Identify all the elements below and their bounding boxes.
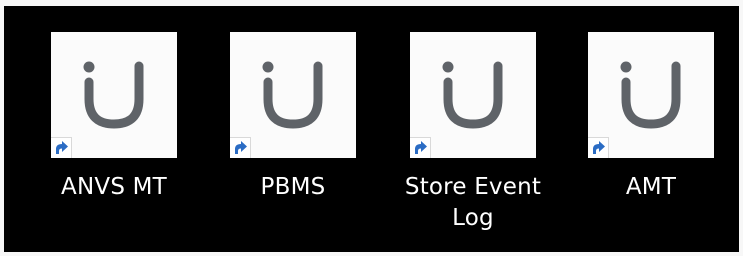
shortcut-arrow-icon (51, 137, 72, 158)
shortcut-arrow-icon (588, 137, 609, 158)
desktop-icon-row: ANVS MT PBMS Store Event Log AMT (4, 6, 739, 252)
shortcut-tile[interactable] (230, 32, 356, 158)
shortcut-label[interactable]: PBMS (213, 172, 373, 203)
shortcut-label[interactable]: AMT (571, 172, 731, 203)
shortcut-arrow-icon (230, 137, 251, 158)
shortcut-tile[interactable] (410, 32, 536, 158)
shortcut-store-event-log[interactable]: Store Event Log (393, 32, 553, 234)
shortcut-label[interactable]: ANVS MT (34, 172, 194, 203)
shortcut-pbms[interactable]: PBMS (213, 32, 373, 203)
desktop: ANVS MT PBMS Store Event Log AMT (0, 0, 743, 256)
shortcut-amt[interactable]: AMT (571, 32, 731, 203)
shortcut-tile[interactable] (588, 32, 714, 158)
shortcut-label[interactable]: Store Event Log (393, 172, 553, 234)
shortcut-tile[interactable] (51, 32, 177, 158)
shortcut-arrow-icon (410, 137, 431, 158)
shortcut-anvs-mt[interactable]: ANVS MT (34, 32, 194, 203)
